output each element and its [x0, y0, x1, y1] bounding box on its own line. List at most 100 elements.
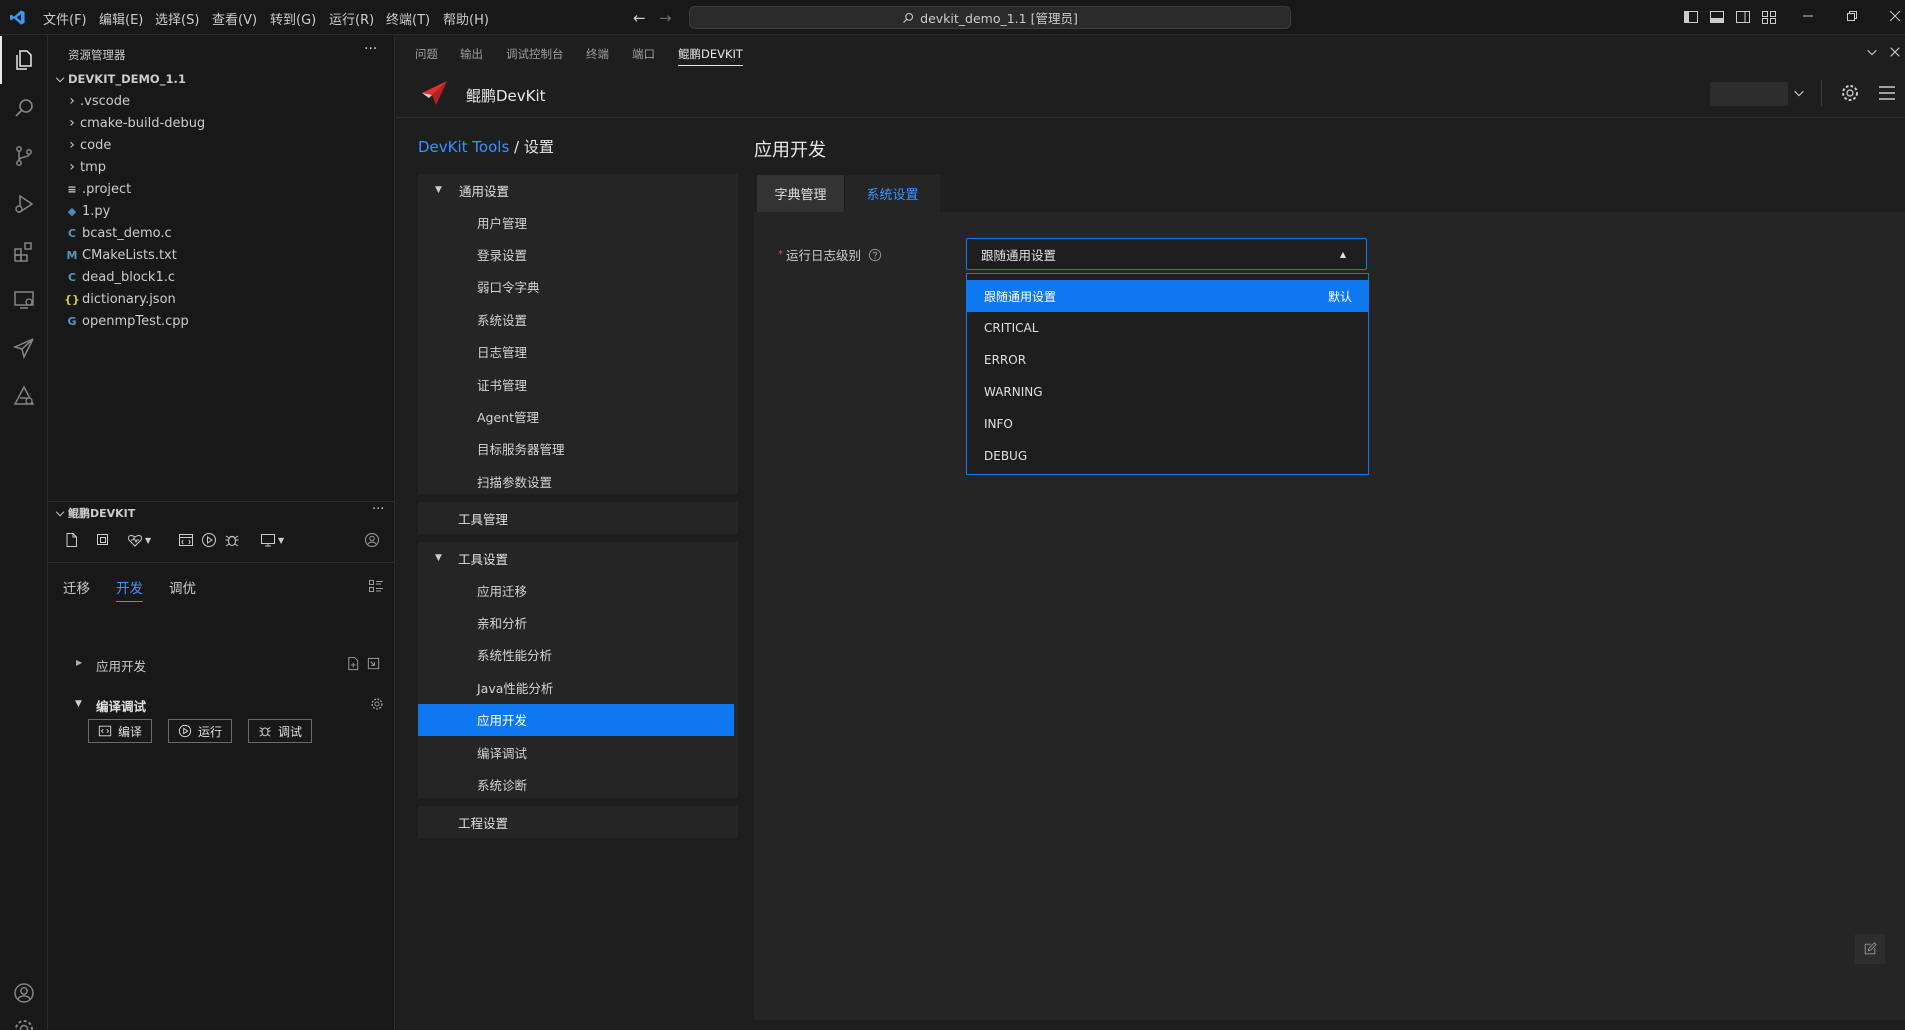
accounts-icon[interactable]	[0, 969, 48, 1017]
new-project-icon[interactable]	[346, 656, 361, 671]
customize-layout-icon[interactable]	[1761, 9, 1779, 25]
restore-icon[interactable]	[1845, 8, 1863, 24]
command-center[interactable]: devkit_demo_1.1 [管理员]	[689, 6, 1291, 29]
more-actions-icon[interactable]: ···	[364, 41, 377, 57]
kunpeng-devkit-icon[interactable]	[0, 324, 48, 372]
new-file-icon[interactable]	[64, 532, 80, 548]
nav-item[interactable]: 应用迁移	[418, 574, 734, 606]
search-view-icon[interactable]	[0, 84, 48, 132]
close-window-icon[interactable]	[1888, 8, 1905, 24]
nav-item[interactable]: 登录设置	[418, 238, 734, 270]
toggle-primary-sidebar-icon[interactable]	[1683, 9, 1701, 25]
nav-item[interactable]: 系统设置	[418, 303, 734, 335]
toggle-secondary-sidebar-icon[interactable]	[1735, 9, 1753, 25]
source-control-icon[interactable]	[0, 132, 48, 180]
devkit-section-header[interactable]: ⌵ 鲲鹏DEVKIT	[48, 502, 395, 524]
file-item[interactable]: M CMakeLists.txt	[48, 244, 395, 266]
menu-edit[interactable]: 编辑(E)	[99, 9, 143, 28]
account-select[interactable]	[1710, 82, 1788, 106]
devkit-tab-develop[interactable]: 开发	[116, 577, 143, 602]
menu-run[interactable]: 运行(R)	[329, 9, 374, 28]
menu-go[interactable]: 转到(G)	[270, 9, 316, 28]
devkit-tab-migrate[interactable]: 迁移	[63, 577, 90, 597]
nav-item[interactable]: Agent管理	[418, 400, 734, 432]
explorer-icon[interactable]	[0, 36, 48, 84]
dropdown-option[interactable]: CRITICAL	[967, 312, 1368, 344]
tab-terminal[interactable]: 终端	[586, 46, 609, 62]
breadcrumb-link[interactable]: DevKit Tools	[418, 138, 509, 156]
menu-terminal[interactable]: 终端(T)	[386, 9, 430, 28]
play-circle-icon[interactable]	[201, 532, 217, 548]
file-item[interactable]: Cbcast_demo.c	[48, 222, 395, 244]
compile-debug-node[interactable]: 编译调试	[96, 696, 146, 715]
nav-general-header[interactable]: ▼ 通用设置	[418, 174, 738, 206]
nav-item[interactable]: 系统性能分析	[418, 639, 734, 671]
nav-item[interactable]: 弱口令字典	[418, 271, 734, 303]
menu-selection[interactable]: 选择(S)	[155, 9, 199, 28]
extensions-icon[interactable]	[0, 228, 48, 276]
dropdown-option[interactable]: DEBUG	[967, 440, 1368, 472]
preview-menu-icon[interactable]: ▼	[260, 532, 284, 548]
nav-forward-icon[interactable]: →	[659, 9, 672, 27]
nav-item[interactable]: 亲和分析	[418, 606, 734, 638]
devkit-more-icon[interactable]: ···	[372, 502, 384, 517]
bug-icon[interactable]	[224, 532, 240, 548]
folder-item[interactable]: › .vscode	[48, 90, 395, 112]
tab-problems[interactable]: 问题	[415, 46, 438, 62]
health-menu-icon[interactable]: ▼	[127, 532, 151, 548]
run-button[interactable]: 运行	[168, 719, 232, 743]
tab-kunpeng-devkit[interactable]: 鲲鹏DEVKIT	[678, 46, 743, 66]
devkit-tab-tune[interactable]: 调优	[169, 577, 196, 597]
file-item[interactable]: Cdead_block1.c	[48, 266, 395, 288]
nav-item[interactable]: 目标服务器管理	[418, 433, 734, 465]
nav-tool-settings-header[interactable]: ▼ 工具设置	[418, 542, 738, 574]
nav-item[interactable]: 应用开发	[418, 703, 734, 736]
menu-view[interactable]: 查看(V)	[212, 9, 257, 28]
nav-project-settings[interactable]: 工程设置	[418, 806, 738, 838]
tab-system-settings[interactable]: 系统设置	[845, 175, 940, 212]
code-window-icon[interactable]	[178, 532, 194, 548]
close-panel-icon[interactable]	[1888, 45, 1902, 59]
nav-item[interactable]: 日志管理	[418, 336, 734, 368]
minimize-icon[interactable]	[1801, 8, 1819, 24]
dropdown-option[interactable]: INFO	[967, 408, 1368, 440]
menu-file[interactable]: 文件(F)	[43, 9, 87, 28]
toggle-panel-icon[interactable]	[1709, 9, 1727, 25]
chevron-down-icon[interactable]	[1792, 86, 1806, 100]
nav-item[interactable]: 编译调试	[418, 736, 734, 768]
log-level-select[interactable]: 跟随通用设置 ▲	[966, 238, 1367, 270]
user-circle-icon[interactable]	[364, 532, 380, 548]
run-debug-icon[interactable]	[0, 180, 48, 228]
folder-item[interactable]: › code	[48, 134, 395, 156]
settings-gear-icon[interactable]	[1840, 83, 1860, 103]
tab-output[interactable]: 输出	[460, 46, 483, 62]
file-item[interactable]: ◆ 1.py	[48, 200, 395, 222]
help-circle-icon[interactable]	[868, 248, 882, 262]
list-view-icon[interactable]	[368, 578, 384, 594]
tab-ports[interactable]: 端口	[632, 46, 655, 62]
nav-back-icon[interactable]: ←	[633, 9, 646, 27]
workspace-root[interactable]: ⌵ DEVKIT_DEMO_1.1	[48, 68, 395, 90]
tab-debug-console[interactable]: 调试控制台	[506, 46, 564, 62]
remote-explorer-icon[interactable]	[0, 276, 48, 324]
nav-item[interactable]: 用户管理	[418, 206, 734, 238]
manage-gear-icon[interactable]	[0, 1017, 48, 1030]
feedback-button[interactable]	[1855, 934, 1885, 964]
nav-tool-manage[interactable]: 工具管理	[418, 502, 738, 534]
import-project-icon[interactable]	[366, 656, 381, 671]
nav-item[interactable]: 扫描参数设置	[418, 465, 734, 497]
copy-icon[interactable]	[95, 532, 111, 548]
nav-item[interactable]: 证书管理	[418, 368, 734, 400]
dropdown-option[interactable]: WARNING	[967, 376, 1368, 408]
settings-gear-icon[interactable]	[370, 697, 384, 711]
folder-item[interactable]: › cmake-build-debug	[48, 112, 395, 134]
compile-button[interactable]: 编译	[88, 719, 152, 743]
kunpeng-tools-icon[interactable]	[0, 372, 48, 420]
chevron-down-icon[interactable]	[1865, 45, 1879, 59]
hamburger-menu-icon[interactable]	[1877, 84, 1897, 102]
nav-item[interactable]: 系统诊断	[418, 768, 734, 800]
app-dev-node[interactable]: 应用开发	[96, 656, 146, 675]
nav-item[interactable]: Java性能分析	[418, 671, 734, 703]
menu-help[interactable]: 帮助(H)	[443, 9, 489, 28]
file-item[interactable]: GopenmpTest.cpp	[48, 310, 395, 332]
